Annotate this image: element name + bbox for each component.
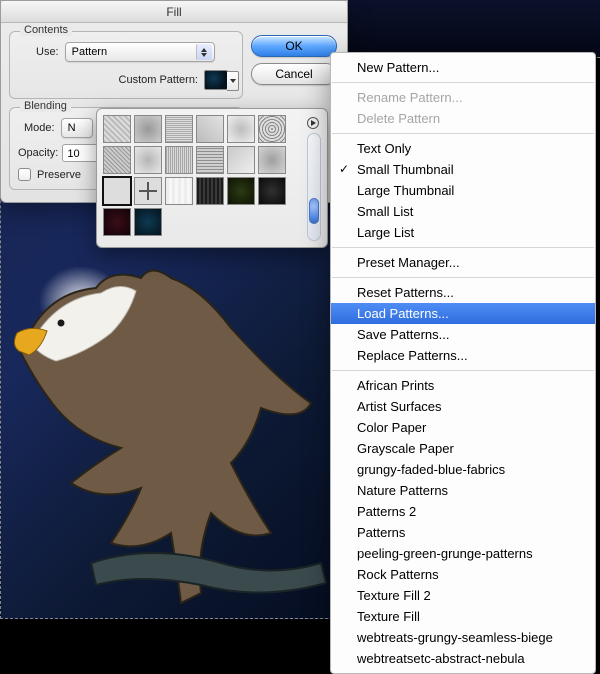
- pattern-picker-popup: [96, 108, 328, 248]
- pattern-swatch[interactable]: [227, 146, 255, 174]
- pattern-swatch[interactable]: [103, 177, 131, 205]
- pattern-swatch[interactable]: [258, 146, 286, 174]
- dialog-title: Fill: [1, 1, 347, 23]
- custom-pattern-swatch[interactable]: [204, 70, 228, 90]
- pattern-picker-scrollbar[interactable]: [307, 133, 321, 241]
- menu-item[interactable]: Grayscale Paper: [331, 438, 595, 459]
- opacity-label: Opacity:: [18, 147, 58, 159]
- menu-item[interactable]: peeling-green-grunge-patterns: [331, 543, 595, 564]
- pattern-swatch[interactable]: [134, 146, 162, 174]
- pattern-swatch[interactable]: [134, 115, 162, 143]
- menu-item[interactable]: Small Thumbnail✓: [331, 159, 595, 180]
- menu-item[interactable]: Artist Surfaces: [331, 396, 595, 417]
- pattern-swatch[interactable]: [165, 146, 193, 174]
- check-icon: ✓: [339, 161, 349, 178]
- pattern-flyout-menu: New Pattern... Rename Pattern...Delete Pa…: [330, 52, 596, 674]
- pattern-swatch[interactable]: [196, 115, 224, 143]
- mode-select[interactable]: N: [61, 118, 93, 138]
- menu-item[interactable]: Reset Patterns...: [331, 282, 595, 303]
- menu-item[interactable]: Replace Patterns...: [331, 345, 595, 366]
- menu-separator: [332, 370, 594, 371]
- mode-select-value: N: [68, 122, 76, 134]
- cancel-button[interactable]: Cancel: [251, 63, 337, 85]
- use-select-value: Pattern: [72, 46, 107, 58]
- opacity-field[interactable]: 10: [62, 144, 98, 162]
- menu-item[interactable]: Patterns: [331, 522, 595, 543]
- menu-item[interactable]: Texture Fill: [331, 606, 595, 627]
- menu-item[interactable]: Patterns 2: [331, 501, 595, 522]
- preserve-label: Preserve: [37, 169, 81, 181]
- custom-pattern-dropdown-icon[interactable]: [227, 71, 239, 91]
- menu-separator: [332, 133, 594, 134]
- ok-button[interactable]: OK: [251, 35, 337, 57]
- pattern-swatch[interactable]: [165, 177, 193, 205]
- use-label: Use:: [36, 46, 59, 58]
- contents-group-label: Contents: [20, 24, 72, 36]
- pattern-swatch[interactable]: [258, 177, 286, 205]
- menu-item[interactable]: Load Patterns...: [331, 303, 595, 324]
- menu-item: Delete Pattern: [331, 108, 595, 129]
- menu-separator: [332, 277, 594, 278]
- menu-item[interactable]: Color Paper: [331, 417, 595, 438]
- menu-item[interactable]: New Pattern...: [331, 57, 595, 78]
- menu-item[interactable]: webtreats-grungy-seamless-biege: [331, 627, 595, 648]
- stepper-icon: [196, 44, 212, 60]
- pattern-swatch[interactable]: [165, 115, 193, 143]
- pattern-swatch[interactable]: [258, 115, 286, 143]
- menu-item[interactable]: Large List: [331, 222, 595, 243]
- pattern-swatch[interactable]: [103, 115, 131, 143]
- pattern-swatch[interactable]: [227, 115, 255, 143]
- pattern-swatch[interactable]: [103, 208, 131, 236]
- menu-item[interactable]: Save Patterns...: [331, 324, 595, 345]
- preserve-checkbox[interactable]: [18, 168, 31, 181]
- menu-separator: [332, 247, 594, 248]
- pattern-swatch[interactable]: [196, 177, 224, 205]
- menu-item[interactable]: grungy-faded-blue-fabrics: [331, 459, 595, 480]
- menu-item[interactable]: African Prints: [331, 375, 595, 396]
- custom-pattern-label: Custom Pattern:: [119, 74, 198, 86]
- menu-item: Rename Pattern...: [331, 87, 595, 108]
- menu-item[interactable]: Large Thumbnail: [331, 180, 595, 201]
- pattern-swatch[interactable]: [134, 177, 162, 205]
- canvas-subject-eagle: [1, 233, 331, 613]
- menu-separator: [332, 82, 594, 83]
- menu-item[interactable]: webtreatsetc-abstract-nebula: [331, 648, 595, 669]
- menu-item[interactable]: Small List: [331, 201, 595, 222]
- menu-item[interactable]: Preset Manager...: [331, 252, 595, 273]
- pattern-swatch[interactable]: [196, 146, 224, 174]
- pattern-swatch[interactable]: [103, 146, 131, 174]
- pattern-swatch[interactable]: [227, 177, 255, 205]
- menu-item[interactable]: Text Only: [331, 138, 595, 159]
- use-select[interactable]: Pattern: [65, 42, 215, 62]
- canvas-dark-region: [330, 0, 600, 58]
- blending-group-label: Blending: [20, 100, 71, 112]
- pattern-swatch[interactable]: [134, 208, 162, 236]
- menu-item[interactable]: Rock Patterns: [331, 564, 595, 585]
- pattern-picker-flyout-button[interactable]: [307, 117, 319, 129]
- menu-item[interactable]: Nature Patterns: [331, 480, 595, 501]
- mode-label: Mode:: [24, 122, 55, 134]
- scrollbar-thumb[interactable]: [309, 198, 319, 224]
- menu-item[interactable]: Texture Fill 2: [331, 585, 595, 606]
